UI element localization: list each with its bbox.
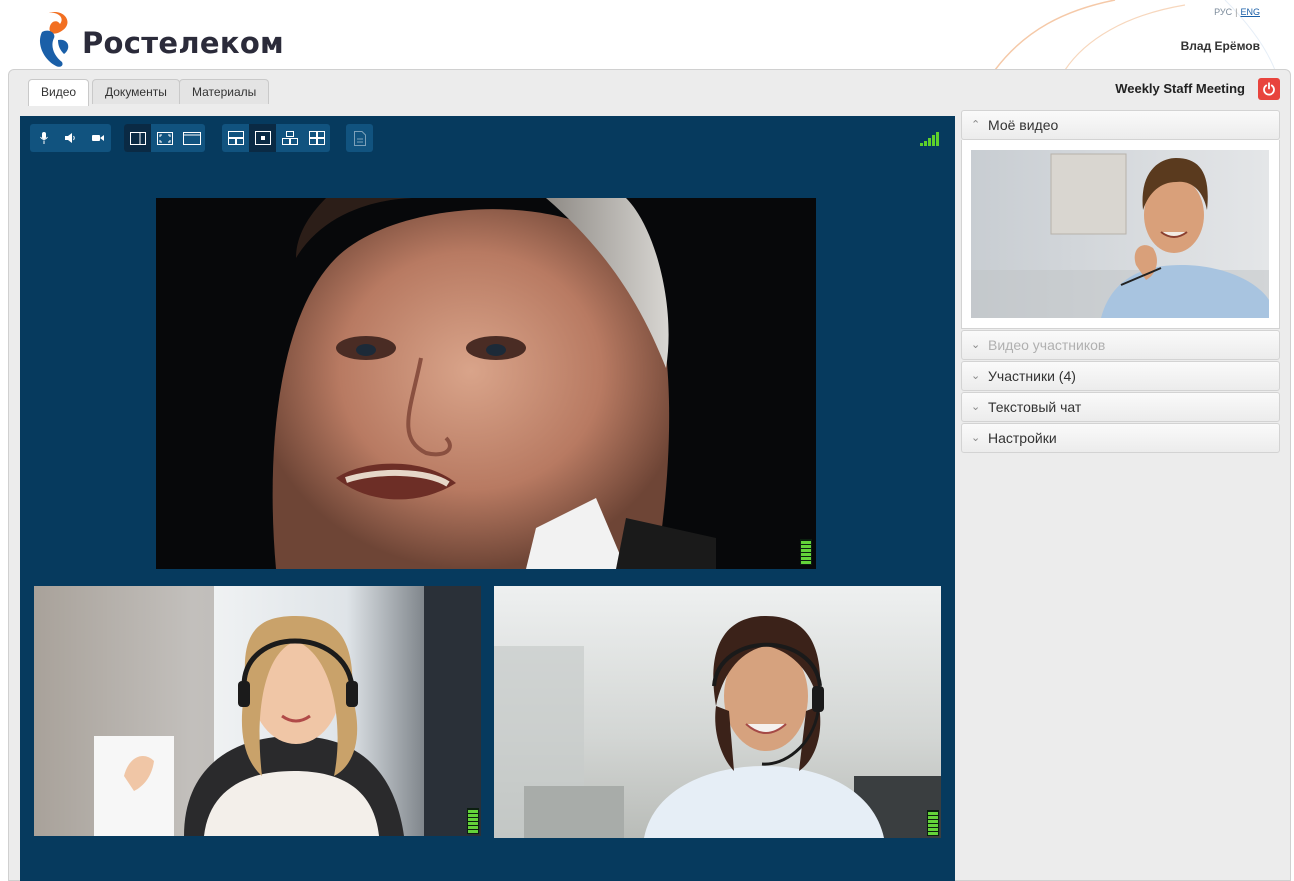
camera-icon bbox=[91, 135, 104, 141]
chevron-down-icon: ⌄ bbox=[971, 401, 981, 413]
participant-1-image bbox=[34, 586, 481, 836]
accordion-text-chat[interactable]: ⌄ Текстовый чат bbox=[961, 392, 1280, 422]
my-video-section bbox=[961, 140, 1280, 329]
main-speaker-image bbox=[156, 198, 816, 569]
layout-single-button[interactable] bbox=[249, 124, 276, 152]
accordion-label: Настройки bbox=[988, 430, 1057, 446]
tab-bar: Видео Документы Материалы Weekly Staff M… bbox=[9, 70, 1290, 106]
audio-level-meter bbox=[800, 539, 812, 565]
participants-count: (4) bbox=[1058, 368, 1076, 384]
lang-separator: | bbox=[1235, 7, 1238, 17]
tab-video[interactable]: Видео bbox=[28, 79, 90, 106]
microphone-icon bbox=[39, 132, 48, 144]
app-root: Ростелеком РУС | ENG Влад Ерёмов Видео Док… bbox=[0, 0, 1294, 881]
my-video-image bbox=[971, 150, 1269, 318]
chevron-up-icon: ⌃ bbox=[971, 119, 981, 131]
layout-1plus3-button[interactable] bbox=[276, 124, 303, 152]
layout-split-button[interactable] bbox=[222, 124, 249, 152]
user-name[interactable]: Влад Ерёмов bbox=[1181, 39, 1260, 53]
my-video-preview[interactable] bbox=[971, 150, 1269, 318]
layout-controls bbox=[222, 124, 330, 152]
sidebar-view-icon bbox=[129, 131, 146, 145]
participant-2-image bbox=[494, 586, 941, 838]
power-icon bbox=[1263, 82, 1275, 96]
signal-strength-icon bbox=[920, 130, 939, 146]
accordion-label: Текстовый чат bbox=[988, 399, 1082, 415]
video-stage bbox=[20, 116, 955, 881]
chevron-down-icon: ⌄ bbox=[971, 432, 981, 444]
chevron-down-icon: ⌄ bbox=[971, 370, 981, 382]
main-speaker-video[interactable] bbox=[156, 198, 816, 569]
accordion-label: Моё видео bbox=[988, 117, 1059, 133]
accordion-settings[interactable]: ⌄ Настройки bbox=[961, 423, 1280, 453]
brand-name: Ростелеком bbox=[82, 26, 285, 60]
layout-single-icon bbox=[254, 131, 271, 145]
participant-1-video[interactable] bbox=[34, 586, 481, 836]
layout-split-icon bbox=[227, 131, 244, 145]
brand-logo[interactable]: Ростелеком bbox=[38, 8, 284, 68]
accordion-my-video[interactable]: ⌃ Моё видео bbox=[961, 110, 1280, 140]
layout-grid-icon bbox=[308, 131, 325, 145]
microphone-button[interactable] bbox=[30, 124, 57, 152]
meeting-title: Weekly Staff Meeting bbox=[1115, 81, 1245, 96]
language-switcher: РУС | ENG bbox=[1214, 7, 1260, 17]
audio-level-meter bbox=[927, 810, 939, 836]
window-button[interactable] bbox=[178, 124, 205, 152]
accordion-participants-video[interactable]: ⌄ Видео участников bbox=[961, 330, 1280, 360]
tab-documents[interactable]: Документы bbox=[92, 79, 180, 104]
tab-materials[interactable]: Материалы bbox=[179, 79, 270, 104]
media-controls bbox=[30, 124, 111, 152]
share-document-icon bbox=[353, 130, 366, 146]
audio-level-meter bbox=[467, 808, 479, 834]
window-icon bbox=[182, 131, 201, 145]
fullscreen-button[interactable] bbox=[151, 124, 178, 152]
accordion-participants[interactable]: ⌄ Участники (4) bbox=[961, 361, 1280, 391]
participant-2-video[interactable] bbox=[494, 586, 941, 838]
chevron-down-icon: ⌄ bbox=[971, 339, 981, 351]
side-panel: ⌃ Моё видео ⌄ Видео участников ⌄ Участни… bbox=[961, 110, 1280, 454]
share-controls bbox=[346, 124, 373, 152]
camera-button[interactable] bbox=[84, 124, 111, 152]
accordion-label: Участники bbox=[988, 368, 1055, 384]
lang-ru[interactable]: РУС bbox=[1214, 7, 1232, 17]
sidebar-view-button[interactable] bbox=[124, 124, 151, 152]
speaker-icon bbox=[64, 133, 75, 143]
speaker-button[interactable] bbox=[57, 124, 84, 152]
fullscreen-icon bbox=[156, 131, 173, 145]
rostelecom-logo-icon bbox=[38, 10, 78, 67]
layout-grid-button[interactable] bbox=[303, 124, 330, 152]
view-controls bbox=[124, 124, 205, 152]
lang-eng-link[interactable]: ENG bbox=[1240, 7, 1260, 17]
layout-1plus3-icon bbox=[281, 131, 298, 145]
main-frame: Видео Документы Материалы Weekly Staff M… bbox=[8, 69, 1291, 881]
exit-meeting-button[interactable] bbox=[1258, 78, 1280, 100]
share-document-button[interactable] bbox=[346, 124, 373, 152]
accordion-label: Видео участников bbox=[988, 337, 1106, 353]
